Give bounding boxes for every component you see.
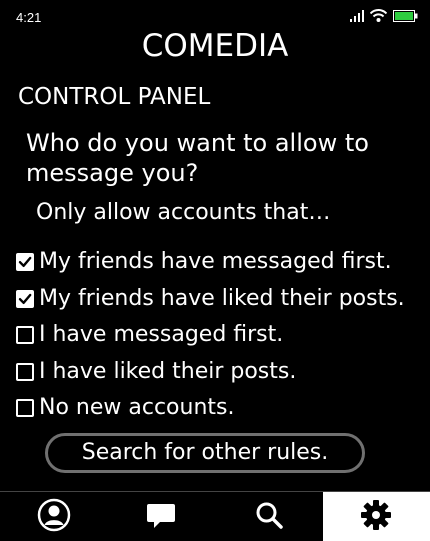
search-rules-button[interactable]: Search for other rules. <box>45 433 365 473</box>
checkbox[interactable] <box>16 399 34 417</box>
panel-title: CONTROL PANEL <box>18 83 210 111</box>
permission-question: Who do you want to allow to message you? <box>26 128 421 188</box>
rule-friends-liked-posts[interactable]: My friends have liked their posts. <box>14 281 430 318</box>
rule-label: My friends have liked their posts. <box>39 286 405 312</box>
signal-icon <box>350 7 364 26</box>
nav-settings[interactable] <box>323 492 430 541</box>
battery-icon <box>393 7 418 26</box>
profile-icon <box>37 498 71 536</box>
checkbox[interactable] <box>16 253 34 271</box>
rule-friends-messaged-first[interactable]: My friends have messaged first. <box>14 244 430 281</box>
nav-profile[interactable] <box>0 492 108 541</box>
rule-i-messaged-first[interactable]: I have messaged first. <box>14 317 430 354</box>
app-title: COMEDIA <box>0 26 430 66</box>
rules-list: My friends have messaged first. My frien… <box>14 244 430 427</box>
gear-icon <box>360 499 392 535</box>
checkbox[interactable] <box>16 290 34 308</box>
bottom-nav <box>0 491 430 541</box>
status-time: 4:21 <box>16 10 41 26</box>
status-bar: 4:21 <box>0 0 430 24</box>
check-icon <box>18 255 32 269</box>
rule-label: I have messaged first. <box>39 322 283 348</box>
rule-label: No new accounts. <box>39 395 234 421</box>
wifi-icon <box>370 7 387 26</box>
rule-label: My friends have messaged first. <box>39 249 392 275</box>
checkbox[interactable] <box>16 326 34 344</box>
nav-messages[interactable] <box>108 492 216 541</box>
status-icons <box>350 10 418 26</box>
rules-subtitle: Only allow accounts that… <box>36 199 330 227</box>
rule-i-liked-posts[interactable]: I have liked their posts. <box>14 354 430 391</box>
rule-no-new-accounts[interactable]: No new accounts. <box>14 390 430 427</box>
search-icon <box>255 501 283 533</box>
checkbox[interactable] <box>16 363 34 381</box>
nav-search[interactable] <box>215 492 323 541</box>
chat-icon <box>146 500 176 534</box>
check-icon <box>18 292 32 306</box>
rule-label: I have liked their posts. <box>39 359 296 385</box>
